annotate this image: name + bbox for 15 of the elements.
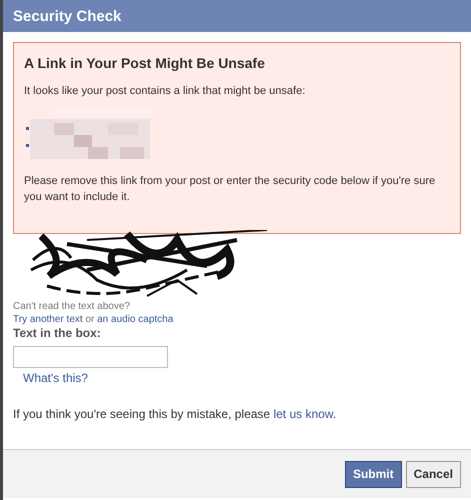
warning-instruction: Please remove this link from your post or enter the security code below if you're sure you want to include it.: [24, 174, 436, 205]
whats-this-link[interactable]: What's this?: [23, 371, 88, 385]
field-label: Text in the box:: [13, 326, 101, 340]
captcha-input-field[interactable]: [13, 346, 168, 368]
captcha-hint: Can't read the text above?: [13, 300, 130, 313]
cancel-button[interactable]: Cancel: [406, 460, 461, 488]
window-title: Security Check: [13, 8, 122, 24]
warning-text: It looks like your post contains a link that might be unsafe:: [24, 84, 306, 99]
captcha-link[interactable]: an audio captcha: [97, 314, 174, 325]
mistake-note: If you think you're seeing this by mistake, please let us know.: [13, 407, 336, 421]
let-us-know-link[interactable]: let us know: [273, 407, 333, 421]
submit-button[interactable]: Submit: [344, 460, 402, 488]
captcha-link[interactable]: Try another text: [13, 314, 83, 325]
captcha-alternatives-line: Try another text or an audio captcha: [13, 313, 174, 326]
warning-heading: A Link in Your Post Might Be Unsafe: [24, 55, 266, 71]
